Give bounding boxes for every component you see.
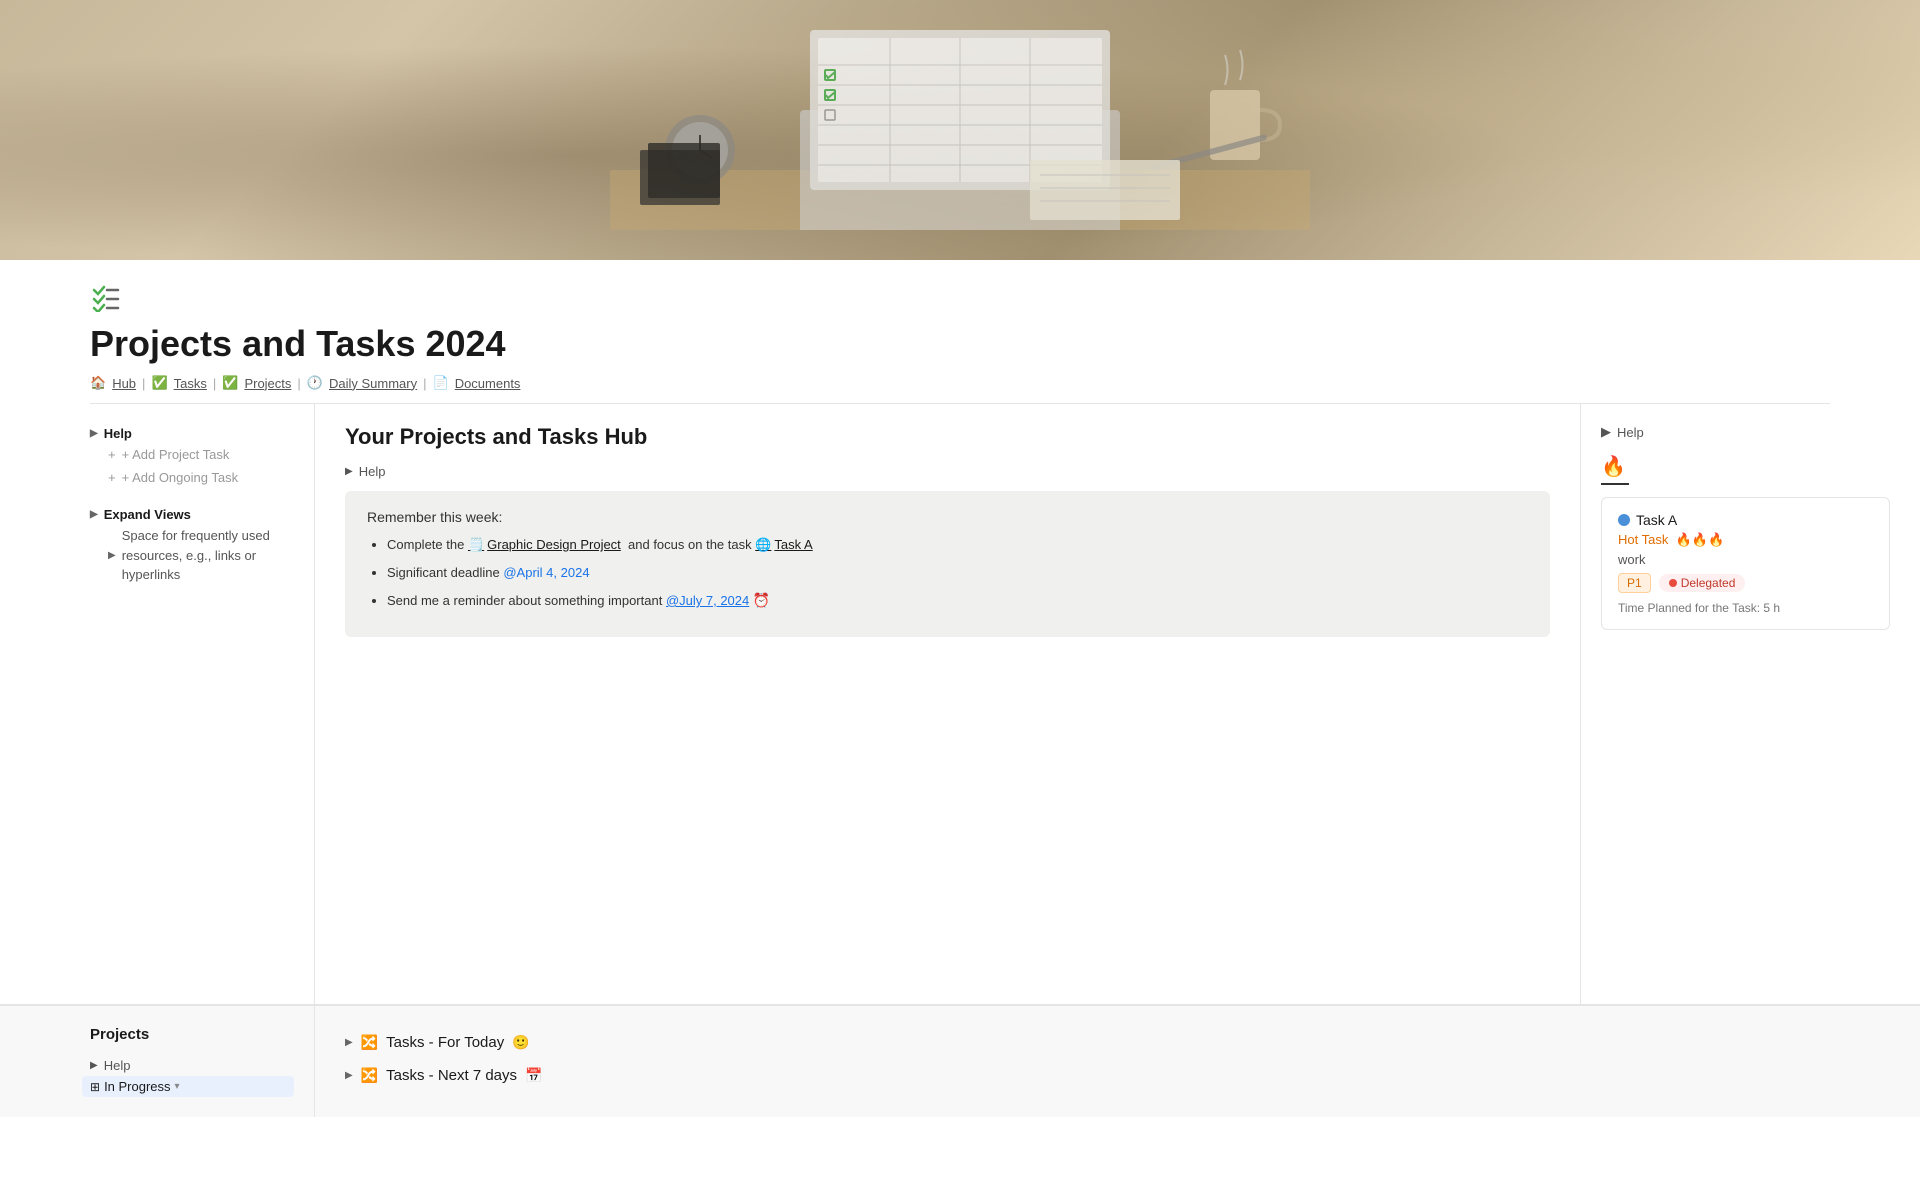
main-layout: ▶ Help + + Add Project Task + + Add Ongo… — [0, 404, 1920, 1004]
breadcrumb-icon-daily: 🕐 — [307, 375, 323, 391]
tasks-for-today-row[interactable]: ▶ 🔀 Tasks - For Today 🙂 — [345, 1026, 1890, 1059]
expand-views-arrow-icon: ▶ — [90, 509, 98, 520]
today-emoji: 🙂 — [512, 1034, 529, 1051]
task-title: Task A — [1636, 512, 1677, 528]
callout-item-3: Send me a reminder about something impor… — [387, 590, 1528, 611]
right-help-toggle[interactable]: ▶ Help — [1601, 424, 1890, 440]
center-help-label: Help — [359, 464, 386, 479]
week-emoji: 📅 — [525, 1067, 542, 1084]
callout-box: Remember this week: Complete the 🗒️ Grap… — [345, 491, 1550, 637]
tag-p1[interactable]: P1 — [1618, 573, 1651, 593]
tag-delegated[interactable]: Delegated — [1659, 574, 1746, 592]
project-help-arrow-icon: ▶ — [90, 1060, 98, 1071]
chevron-down-icon[interactable]: ▾ — [175, 1081, 180, 1092]
center-content: Your Projects and Tasks Hub ▶ Help Remem… — [315, 404, 1580, 1004]
projects-title: Projects — [90, 1026, 294, 1043]
task-work-label: work — [1618, 552, 1873, 567]
hero-image — [0, 0, 1920, 260]
today-sort-icon: 🔀 — [361, 1034, 378, 1051]
tasks-panel: ▶ 🔀 Tasks - For Today 🙂 ▶ 🔀 Tasks - Next… — [315, 1006, 1920, 1117]
callout-item-2: Significant deadline @April 4, 2024 — [387, 563, 1528, 583]
add-ongoing-task-icon: + — [108, 470, 116, 485]
add-project-task-icon: + — [108, 447, 116, 462]
tasks-next-7-days-label: Tasks - Next 7 days — [386, 1067, 517, 1084]
task-a-link[interactable]: 🌐 Task A — [755, 535, 812, 555]
task-a-icon: 🌐 — [755, 535, 771, 555]
breadcrumb-icon-documents: 📄 — [433, 375, 449, 391]
left-sidebar: ▶ Help + + Add Project Task + + Add Ongo… — [0, 404, 315, 1004]
task-dot-icon — [1618, 514, 1630, 526]
expand-views-subtext: Space for frequently used resources, e.g… — [122, 526, 294, 585]
breadcrumb-icon-projects: ✅ — [222, 375, 238, 391]
sidebar-section-help: ▶ Help + + Add Project Task + + Add Ongo… — [90, 424, 294, 489]
graphic-design-page-link[interactable]: 🗒️ Graphic Design Project — [468, 535, 621, 555]
breadcrumb: 🏠 Hub | ✅ Tasks | ✅ Projects | 🕐 Daily S… — [90, 375, 1830, 404]
april-mention[interactable]: @April 4, 2024 — [503, 565, 589, 580]
right-help-arrow-icon: ▶ — [1601, 424, 1611, 440]
page-link-text: Graphic Design Project — [487, 535, 621, 555]
project-in-progress[interactable]: ⊞ In Progress ▾ — [82, 1076, 294, 1097]
expand-views-label: Expand Views — [104, 507, 191, 522]
right-help-label: Help — [1617, 425, 1644, 440]
fire-tab[interactable]: 🔥 — [1601, 454, 1629, 485]
space-arrow-icon: ▶ — [108, 550, 116, 561]
tasks-for-today-label: Tasks - For Today — [386, 1034, 504, 1051]
project-help[interactable]: ▶ Help — [90, 1055, 294, 1076]
hot-task-label: Hot Task — [1618, 532, 1668, 547]
callout-heading: Remember this week: — [367, 509, 1528, 525]
hub-heading: Your Projects and Tasks Hub — [345, 424, 1550, 450]
breadcrumb-projects[interactable]: Projects — [244, 376, 291, 391]
callout-item-1: Complete the 🗒️ Graphic Design Project a… — [387, 535, 1528, 555]
today-arrow-icon: ▶ — [345, 1037, 353, 1048]
page-title: Projects and Tasks 2024 — [90, 323, 1830, 365]
july-mention[interactable]: @July 7, 2024 — [666, 593, 749, 608]
breadcrumb-tasks[interactable]: Tasks — [174, 376, 207, 391]
week-sort-icon: 🔀 — [361, 1067, 378, 1084]
task-hot-row: Hot Task 🔥🔥🔥 — [1618, 532, 1873, 548]
project-help-label: Help — [104, 1058, 131, 1073]
center-help-toggle[interactable]: ▶ Help — [345, 464, 1550, 479]
add-project-task-button[interactable]: + + Add Project Task — [90, 443, 294, 466]
add-ongoing-task-button[interactable]: + + Add Ongoing Task — [90, 466, 294, 489]
center-help-arrow-icon: ▶ — [345, 466, 353, 477]
board-icon: ⊞ — [90, 1080, 100, 1094]
task-time: Time Planned for the Task: 5 h — [1618, 601, 1873, 615]
right-sidebar: ▶ Help 🔥 Task A Hot Task 🔥🔥🔥 work P1 Del… — [1580, 404, 1920, 1004]
hero-laptop-svg — [610, 10, 1310, 230]
tasks-next-7-days-row[interactable]: ▶ 🔀 Tasks - Next 7 days 📅 — [345, 1059, 1890, 1092]
page-header: Projects and Tasks 2024 🏠 Hub | ✅ Tasks … — [0, 260, 1920, 404]
hot-fires: 🔥🔥🔥 — [1676, 532, 1725, 547]
task-tags: P1 Delegated — [1618, 573, 1873, 593]
delegated-dot-icon — [1669, 579, 1677, 587]
task-a-text: Task A — [774, 535, 812, 555]
breadcrumb-hub[interactable]: Hub — [112, 376, 136, 391]
sidebar-help-label: Help — [104, 426, 132, 441]
callout-list: Complete the 🗒️ Graphic Design Project a… — [367, 535, 1528, 611]
projects-panel: Projects ▶ Help ⊞ In Progress ▾ — [0, 1006, 315, 1117]
clock-icon: ⏰ — [753, 592, 770, 608]
page-link-icon: 🗒️ — [468, 535, 484, 555]
task-card-title-row: Task A — [1618, 512, 1873, 528]
in-progress-label: In Progress — [104, 1079, 170, 1094]
breadcrumb-daily-summary[interactable]: Daily Summary — [329, 376, 417, 391]
week-arrow-icon: ▶ — [345, 1070, 353, 1081]
bottom-section: Projects ▶ Help ⊞ In Progress ▾ ▶ 🔀 Task… — [0, 1005, 1920, 1117]
sidebar-help-toggle[interactable]: ▶ Help — [90, 424, 294, 443]
breadcrumb-icon-tasks: ✅ — [151, 375, 167, 391]
page-icon — [90, 280, 1830, 319]
fire-icon: 🔥 — [1601, 456, 1626, 478]
task-card: Task A Hot Task 🔥🔥🔥 work P1 Delegated Ti… — [1601, 497, 1890, 630]
sidebar-space-toggle[interactable]: ▶ Space for frequently used resources, e… — [108, 524, 294, 587]
sidebar-section-expand-views: ▶ Expand Views ▶ Space for frequently us… — [90, 505, 294, 587]
help-arrow-icon: ▶ — [90, 428, 98, 439]
breadcrumb-icon-hub: 🏠 — [90, 375, 106, 391]
breadcrumb-documents[interactable]: Documents — [455, 376, 521, 391]
sidebar-expand-views-toggle[interactable]: ▶ Expand Views — [90, 505, 294, 524]
